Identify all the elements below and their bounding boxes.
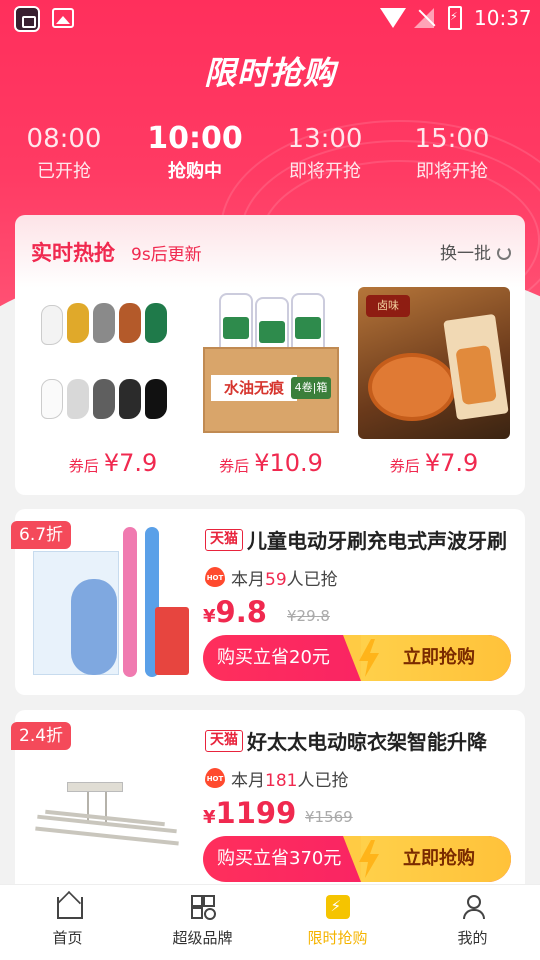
hot-item-price: 券后 ¥7.9 [68, 449, 158, 477]
buy-now-button[interactable]: 立即抢购 [403, 836, 475, 882]
battery-charging-icon [448, 6, 462, 30]
original-price: ¥29.8 [287, 607, 330, 625]
time-tab-time: 10:00 [147, 121, 243, 156]
app-notification-icon [14, 6, 40, 32]
hot-deals-title: 实时热抢 [31, 241, 115, 265]
nav-label: 超级品牌 [172, 929, 233, 947]
nav-me[interactable]: 我的 [405, 895, 540, 948]
discount-badge: 2.4折 [11, 722, 72, 750]
hot-item-price: 券后 ¥10.9 [219, 449, 323, 477]
spicy-duck-neck-image: 卤味 [358, 287, 510, 439]
time-tab-status: 即将开抢 [416, 161, 488, 182]
save-label: 购买立省370元 [217, 848, 342, 869]
page-title: 限时抢购 [203, 54, 336, 92]
time-tab-time: 13:00 [287, 124, 363, 154]
refresh-icon [497, 246, 511, 260]
buy-now-button[interactable]: 立即抢购 [403, 635, 475, 681]
hot-item[interactable]: 水油无痕 4卷|箱 券后 ¥10.9 [195, 287, 347, 477]
product-price: ¥1199 [203, 796, 297, 830]
status-bar: 10:37 [0, 0, 540, 36]
time-tab-status: 抢购中 [168, 161, 222, 182]
box-tag: 4卷|箱 [291, 377, 331, 399]
food-pack-label: 卤味 [366, 295, 410, 317]
hot-deals-card: 实时热抢 9s后更新 换一批 券后 ¥7.9 水油无痕 4卷|箱 券后 ¥10.… [15, 215, 525, 495]
profile-icon [461, 895, 485, 919]
nav-label: 我的 [457, 929, 488, 947]
time-tab-1300[interactable]: 13:00 即将开抢 [265, 122, 385, 186]
paper-towels-image: 水油无痕 4卷|箱 [195, 287, 347, 439]
wifi-icon [380, 8, 406, 28]
fire-icon: HOT [205, 567, 225, 587]
image-notification-icon [52, 8, 74, 28]
brand-icon [190, 895, 216, 920]
flash-sale-page: 10:37 限时抢购 08:00 已开抢 10:00 抢购中 13:00 即将开… [0, 0, 540, 960]
hot-item[interactable]: 卤味 券后 ¥7.9 [358, 287, 510, 477]
home-icon [56, 895, 83, 919]
nav-label: 限时抢购 [307, 929, 368, 947]
refresh-label: 换一批 [440, 244, 491, 264]
flash-sale-icon [325, 895, 350, 919]
bottom-nav: 首页 超级品牌 限时抢购 我的 [0, 884, 540, 960]
time-tab-status: 已开抢 [37, 161, 91, 182]
box-text: 水油无痕 [211, 375, 297, 401]
no-signal-icon [414, 8, 434, 28]
hot-item-price: 券后 ¥7.9 [389, 449, 479, 477]
original-price: ¥1569 [305, 808, 353, 826]
bolt-icon [359, 639, 379, 677]
product-title: 好太太电动晾衣架智能升降 [247, 730, 487, 754]
bolt-icon [359, 840, 379, 878]
socks-image [37, 287, 189, 439]
tmall-tag: 天猫 [205, 730, 243, 752]
sold-count: 本月181人已抢 [231, 771, 349, 791]
product-title: 儿童电动牙刷充电式声波牙刷 [247, 529, 507, 553]
fire-icon: HOT [205, 768, 225, 788]
buy-bar[interactable]: 购买立省370元 立即抢购 [203, 836, 511, 882]
time-tab-time: 08:00 [26, 124, 102, 154]
nav-label: 首页 [52, 929, 83, 947]
time-tab-1500[interactable]: 15:00 即将开抢 [392, 122, 512, 186]
status-time: 10:37 [474, 6, 532, 30]
product-card[interactable]: 6.7折 天猫 儿童电动牙刷充电式声波牙刷 HOT 本月59人已抢 ¥9.8 ¥… [11, 509, 525, 695]
discount-badge: 6.7折 [11, 521, 72, 549]
product-price: ¥9.8 [203, 595, 267, 629]
refresh-button[interactable]: 换一批 [440, 239, 511, 264]
sold-count: 本月59人已抢 [231, 570, 338, 590]
hot-deals-countdown: 9s后更新 [131, 245, 202, 265]
nav-home[interactable]: 首页 [0, 895, 135, 948]
nav-super-brand[interactable]: 超级品牌 [135, 895, 270, 948]
time-tab-status: 即将开抢 [289, 161, 361, 182]
nav-flash-sale[interactable]: 限时抢购 [270, 895, 405, 948]
save-label: 购买立省20元 [217, 647, 330, 668]
hot-item[interactable]: 券后 ¥7.9 [37, 287, 189, 477]
time-tab-time: 15:00 [414, 124, 490, 154]
time-tab-1000[interactable]: 10:00 抢购中 [135, 122, 255, 186]
buy-bar[interactable]: 购买立省20元 立即抢购 [203, 635, 511, 681]
time-tab-0800[interactable]: 08:00 已开抢 [4, 122, 124, 186]
tmall-tag: 天猫 [205, 529, 243, 551]
product-card[interactable]: 2.4折 天猫 好太太电动晾衣架智能升降 HOT 本月181人已抢 ¥1199 … [11, 710, 525, 896]
